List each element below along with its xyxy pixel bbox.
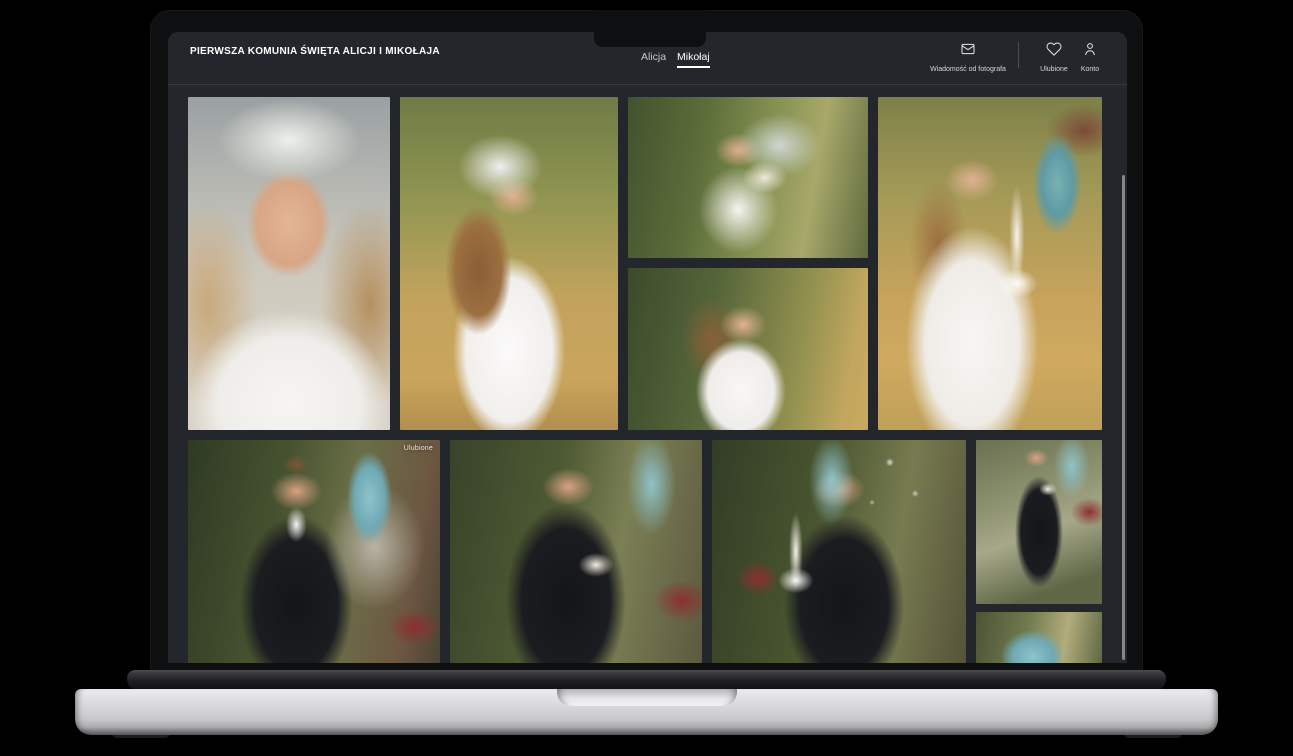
account-label: Konto — [1081, 66, 1099, 73]
tab-mikolaj[interactable]: Mikołaj — [677, 51, 710, 68]
page-title: PIERWSZA KOMUNIA ŚWIĘTA ALICJI I MIKOŁAJ… — [190, 46, 440, 57]
photo-boy-partial-bottom[interactable] — [976, 612, 1102, 663]
laptop-camera-notch — [594, 10, 706, 47]
photo-girl-reading-book[interactable] — [628, 97, 868, 258]
header-divider — [168, 84, 1127, 85]
user-icon — [1082, 41, 1098, 62]
photo-girl-portrait-flower-crown[interactable] — [188, 97, 390, 430]
photo-boy-reading-book[interactable] — [450, 440, 702, 663]
laptop-mockup-stage: PIERWSZA KOMUNIA ŚWIĘTA ALICJI I MIKOŁAJ… — [0, 0, 1293, 756]
tab-alicja[interactable]: Alicja — [641, 51, 666, 68]
favorites-button[interactable]: Ulubione — [1037, 41, 1071, 73]
photo-boy-holding-candle-bubbles[interactable] — [712, 440, 966, 663]
gallery-webpage: PIERWSZA KOMUNIA ŚWIĘTA ALICJI I MIKOŁAJ… — [168, 32, 1127, 663]
message-from-photographer-button[interactable]: Wiadomość od fotografa — [920, 41, 1016, 73]
account-button[interactable]: Konto — [1074, 41, 1106, 73]
photo-girl-smiling-rosary[interactable] — [628, 268, 868, 430]
envelope-icon — [960, 41, 976, 62]
heart-icon — [1046, 41, 1062, 62]
message-label: Wiadomość od fotografa — [930, 66, 1006, 73]
photo-girl-praying-rosary[interactable] — [400, 97, 618, 430]
favorites-label: Ulubione — [1040, 66, 1068, 73]
photo-girl-holding-candle[interactable] — [878, 97, 1102, 430]
laptop-lid-notch — [557, 689, 737, 706]
laptop-hinge — [127, 670, 1166, 691]
favorite-badge: Ulubione — [404, 445, 433, 452]
photo-boy-standing-reading[interactable] — [976, 440, 1102, 604]
header-actions-divider — [1018, 42, 1019, 68]
page-scrollbar[interactable] — [1122, 175, 1125, 660]
photo-boy-hand-on-chest-book[interactable]: Ulubione — [188, 440, 440, 663]
